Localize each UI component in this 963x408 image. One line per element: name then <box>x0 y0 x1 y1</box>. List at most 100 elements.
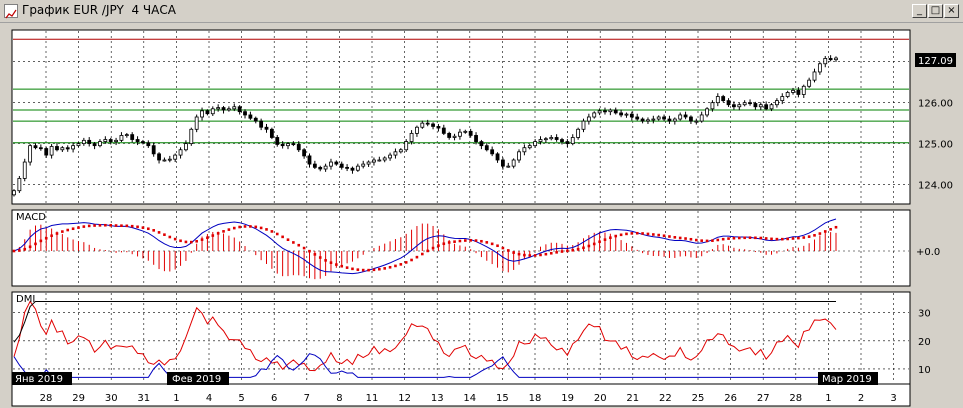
candle-body <box>565 141 570 145</box>
macd-signal-point <box>421 252 424 256</box>
macd-signal-point <box>286 238 290 242</box>
candle-body <box>452 135 457 138</box>
macd-signal-point <box>463 239 467 242</box>
macd-signal-point <box>109 224 113 227</box>
macd-signal-point <box>77 226 80 229</box>
macd-signal-point <box>98 224 102 227</box>
macd-signal-point <box>335 263 338 266</box>
macd-signal-point <box>555 251 558 254</box>
macd-signal-point <box>297 243 301 247</box>
candle-body <box>323 165 328 170</box>
candle-body <box>817 63 822 73</box>
candle-body <box>484 145 489 151</box>
candle-body <box>737 104 742 108</box>
candle-body <box>560 139 564 142</box>
candle-body <box>463 130 468 133</box>
time-tick-label: 22 <box>659 393 672 404</box>
time-tick-label: 19 <box>561 393 574 404</box>
candle-body <box>38 147 43 150</box>
candle-body <box>662 116 666 120</box>
price-panel <box>11 29 911 205</box>
candle-body <box>334 161 339 165</box>
macd-signal-point <box>544 252 548 256</box>
candle-body <box>834 57 838 61</box>
time-tick-label: 7 <box>304 393 310 404</box>
time-tick-label: 20 <box>594 393 607 404</box>
candle-body <box>184 143 188 151</box>
macd-signal-point <box>506 249 510 252</box>
candle-body <box>646 119 650 122</box>
macd-signal-point <box>313 253 317 256</box>
macd-signal-point <box>458 239 462 243</box>
macd-signal-point <box>818 232 822 235</box>
candle-body <box>275 137 280 145</box>
macd-signal-point <box>652 233 655 236</box>
candle-body <box>361 163 366 167</box>
macd-signal-point <box>50 234 53 238</box>
dmi-tick-label: 20 <box>918 337 931 348</box>
macd-signal-point <box>668 235 671 238</box>
close-button[interactable]: × <box>944 4 959 18</box>
candle-body <box>715 96 720 104</box>
candle-body <box>678 114 683 120</box>
macd-signal-point <box>120 224 123 227</box>
macd-signal-point <box>136 225 139 229</box>
minimize-button[interactable]: _ <box>912 4 927 18</box>
macd-signal-point <box>410 258 413 262</box>
macd-signal-point <box>66 228 70 232</box>
macd-signal-point <box>732 236 736 240</box>
candle-body <box>65 147 70 150</box>
candle-body <box>119 135 124 141</box>
candle-body <box>55 146 59 151</box>
candle-body <box>286 143 290 147</box>
candle-body <box>76 143 81 147</box>
candle-body <box>205 110 210 115</box>
macd-signal-point <box>442 242 446 246</box>
candle-body <box>194 116 199 130</box>
candle-body <box>114 139 118 142</box>
macd-signal-point <box>114 224 118 227</box>
candle-body <box>796 89 801 95</box>
candle-body <box>200 110 204 118</box>
macd-signal-point <box>807 235 811 238</box>
macd-signal-point <box>308 249 311 253</box>
macd-signal-point <box>394 264 397 268</box>
macd-signal-point <box>496 244 499 248</box>
candle-body <box>425 122 430 125</box>
macd-signal-point <box>329 261 333 264</box>
macd-signal-point <box>163 233 166 236</box>
candle-body <box>280 144 285 147</box>
window-title: График EUR /JPY 4 ЧАСА <box>22 3 176 17</box>
macd-signal-point <box>189 240 193 244</box>
candle-body <box>689 116 693 122</box>
candle-body <box>146 142 151 147</box>
candle-body <box>44 148 49 156</box>
candle-body <box>629 113 634 118</box>
time-tick-label: 4 <box>206 393 212 404</box>
candle-body <box>522 147 527 153</box>
macd-signal-point <box>813 234 816 237</box>
dmi-tick-label: 30 <box>918 309 931 320</box>
candle-body <box>296 144 301 151</box>
candle-body <box>769 104 774 110</box>
candle-body <box>672 118 677 122</box>
macd-signal-point <box>28 245 32 249</box>
candle-body <box>28 145 33 163</box>
candle-body <box>791 89 795 93</box>
macd-signal-point <box>576 247 580 251</box>
macd-signal-point <box>351 267 354 271</box>
candle-body <box>103 139 108 142</box>
candle-body <box>355 165 360 171</box>
macd-signal-point <box>141 226 145 229</box>
candle-body <box>683 114 688 118</box>
macd-signal-point <box>216 232 220 235</box>
candle-body <box>17 178 22 192</box>
candle-body <box>227 108 231 111</box>
maximize-button[interactable]: □ <box>928 4 943 18</box>
candle-body <box>302 149 307 157</box>
macd-signal-point <box>61 230 64 233</box>
candle-body <box>98 141 102 147</box>
macd-signal-point <box>82 225 86 228</box>
candle-body <box>447 132 452 138</box>
price-tick-label: 125.00 <box>918 140 953 151</box>
